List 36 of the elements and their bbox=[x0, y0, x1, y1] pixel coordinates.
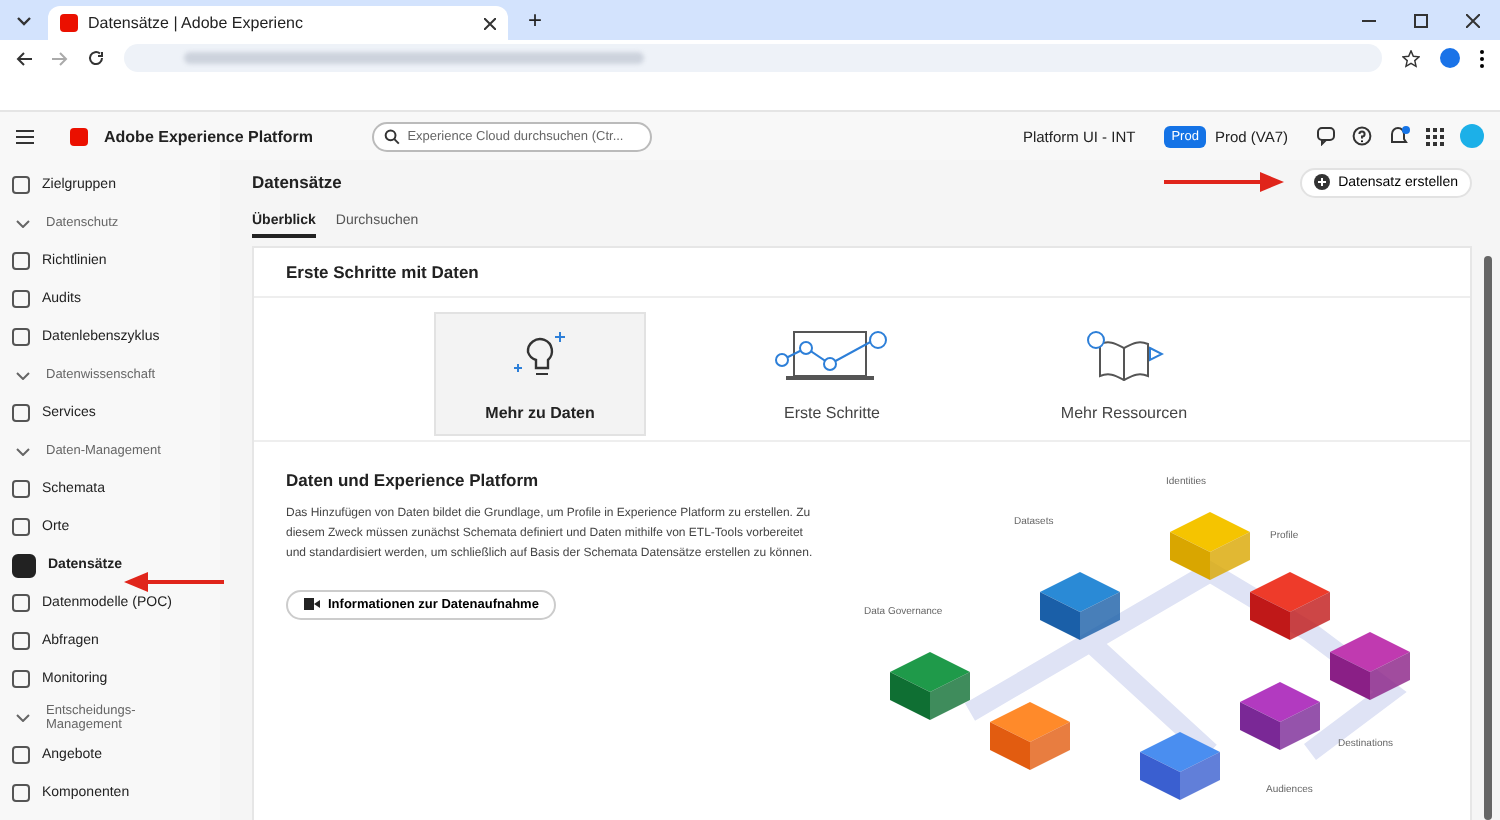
book-icon bbox=[1084, 327, 1164, 383]
maximize-icon[interactable] bbox=[1414, 13, 1428, 27]
card-title: Erste Schritte mit Daten bbox=[254, 248, 1470, 298]
close-icon[interactable] bbox=[484, 17, 496, 29]
browser-tab[interactable]: Datensätze | Adobe Experienc bbox=[48, 6, 508, 40]
bell-icon[interactable] bbox=[1388, 126, 1410, 146]
help-icon[interactable] bbox=[1352, 126, 1372, 146]
chevron-down-icon bbox=[16, 219, 30, 227]
minimize-icon[interactable] bbox=[1362, 19, 1376, 21]
getting-started-tile[interactable]: Mehr Ressourcen bbox=[1018, 312, 1230, 436]
adobe-logo-icon bbox=[60, 14, 78, 32]
apps-grid-icon[interactable] bbox=[1426, 127, 1444, 145]
reload-icon[interactable] bbox=[88, 50, 104, 66]
search-icon bbox=[384, 127, 402, 145]
annotation-arrow-drawing bbox=[124, 572, 224, 592]
page-title: Datensätze bbox=[252, 172, 342, 192]
scrollbar[interactable] bbox=[1484, 256, 1492, 820]
close-icon[interactable] bbox=[1466, 13, 1480, 27]
chevron-down-icon bbox=[16, 371, 30, 379]
back-icon[interactable] bbox=[16, 51, 32, 65]
menu-icon[interactable] bbox=[16, 129, 34, 143]
video-camera-icon bbox=[304, 598, 320, 611]
chevron-down-icon[interactable] bbox=[16, 15, 32, 25]
getting-started-tile[interactable]: Mehr zu Daten bbox=[434, 312, 646, 436]
product-name: Adobe Experience Platform bbox=[104, 127, 313, 145]
new-tab-button[interactable]: + bbox=[528, 6, 543, 34]
getting-started-tile[interactable]: Erste Schritte bbox=[726, 312, 938, 436]
profile-icon[interactable] bbox=[1440, 48, 1460, 68]
add-icon bbox=[1314, 174, 1331, 190]
annotation-arrow-drawing bbox=[1164, 172, 1285, 192]
chevron-down-icon bbox=[16, 713, 30, 721]
star-icon[interactable] bbox=[1402, 49, 1420, 67]
chevron-down-icon bbox=[16, 447, 30, 455]
adobe-logo-icon bbox=[70, 127, 88, 145]
chat-icon[interactable] bbox=[1316, 126, 1336, 146]
section-title: Daten und Experience Platform bbox=[286, 470, 541, 490]
